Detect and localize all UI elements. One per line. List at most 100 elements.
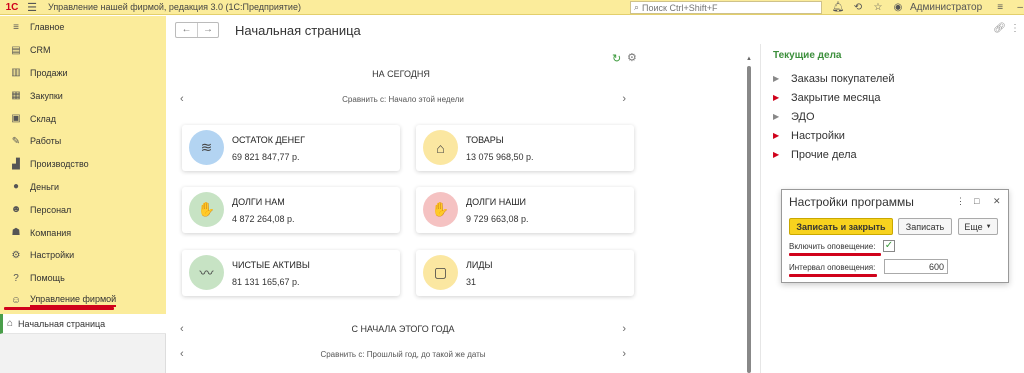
open-tabs-panel [0,334,166,373]
minimize-icon[interactable]: – [1010,2,1024,13]
search-icon: ⌕ [634,2,640,12]
chevron-left-icon[interactable]: ‹ [180,348,184,360]
card-money-balance[interactable]: ≋ ОСТАТОК ДЕНЕГ 69 821 847,77 р. [182,125,400,171]
save-and-close-button[interactable]: Записать и закрыть [789,218,893,235]
history-icon[interactable]: ⟲ [848,2,868,13]
sidebar-item-crm[interactable]: ▤ CRM [0,39,166,62]
task-item[interactable]: ▶ Настройки [773,126,1013,145]
today-compare-link[interactable]: Сравнить с: Начало этой недели [342,95,464,104]
firm-icon: ☺ [10,295,22,307]
card-value: 81 131 165,67 р. [232,277,300,287]
scroll-up-icon[interactable]: ▲ [746,56,752,62]
sidebar-item-company[interactable]: ☗ Компания [0,221,166,244]
more-vertical-icon[interactable]: ⋮ [1010,23,1020,34]
interval-label: Интервал оповещения: [789,263,876,272]
expand-triangle-icon[interactable]: ▶ [773,74,791,83]
forward-arrow-icon[interactable]: → [197,23,218,37]
refresh-icon[interactable]: ↻ [612,52,621,65]
task-item[interactable]: ▶ Прочие дела [773,145,1013,164]
card-goods[interactable]: ⌂ ТОВАРЫ 13 075 968,50 р. [416,125,634,171]
sidebar-item-purchases[interactable]: ▦ Закупки [0,84,166,107]
card-value: 69 821 847,77 р. [232,152,300,162]
sidebar-highlight-underline [4,307,114,310]
page-title: Начальная страница [235,22,361,38]
star-icon[interactable]: ☆ [868,2,888,13]
scrollbar-thumb[interactable] [747,66,751,373]
task-item[interactable]: ▶ Закрытие месяца [773,88,1013,107]
titlebar-tools: 🔔︎ ⟲ ☆ ◉ Администратор ≡ – □ ✕ [828,0,1024,15]
year-compare-row: ‹ Сравнить с: Прошлый год, до такой же д… [180,348,626,360]
dashboard-scrollbar[interactable]: ▲ [746,44,752,373]
chevron-left-icon[interactable]: ‹ [180,93,184,105]
today-compare-row: ‹ Сравнить с: Начало этой недели › [180,93,626,105]
sidebar-item-sales[interactable]: ▥ Продажи [0,62,166,85]
chevron-right-icon[interactable]: › [622,93,626,105]
card-value: 9 729 663,08 р. [466,214,529,224]
lead-card-icon: ▢ [423,255,458,290]
search-input[interactable] [642,2,813,13]
expand-triangle-icon[interactable]: ▶ [773,93,791,102]
user-name[interactable]: Администратор [910,2,982,13]
user-icon[interactable]: ◉ [888,2,908,13]
sidebar-item-warehouse[interactable]: ▣ Склад [0,107,166,130]
money-icon: ● [12,181,20,193]
purchases-icon: ▦ [11,90,21,102]
sections-sidebar: ≡ Главное ▤ CRM ▥ Продажи ▦ Закупки ▣ Склад ✎… [0,16,166,314]
card-net-assets[interactable]: 〰 ЧИСТЫЕ АКТИВЫ 81 131 165,67 р. [182,250,400,296]
card-title: ТОВАРЫ [466,135,504,145]
bell-icon[interactable]: 🔔︎ [828,2,848,13]
link-icon[interactable]: 🔗︎ [993,23,1006,34]
current-tasks-title: Текущие дела [773,50,842,61]
chevron-right-icon[interactable]: › [622,348,626,360]
hamburger-menu-icon[interactable]: ☰ [24,1,40,14]
sidebar-item-production[interactable]: ▟ Производство [0,153,166,176]
save-button[interactable]: Записать [898,218,952,235]
chevron-left-icon[interactable]: ‹ [180,323,184,335]
money-stack-icon: ≋ [189,130,224,165]
year-compare-link[interactable]: Сравнить с: Прошлый год, до такой же дат… [320,350,485,359]
help-icon: ? [13,272,19,284]
sidebar-item-works[interactable]: ✎ Работы [0,130,166,153]
app-logo: 1С [5,1,19,13]
gear-icon[interactable]: ⚙ [627,51,637,64]
menu-icon: ≡ [13,21,19,33]
card-receivables[interactable]: ✋ ДОЛГИ НАМ 4 872 264,08 р. [182,187,400,233]
highlight-underline [789,253,881,256]
task-item[interactable]: ▶ Заказы покупателей [773,69,1013,88]
close-icon[interactable]: ✕ [993,196,1001,207]
dashboard-panel: ↻ ⚙ НА СЕГОДНЯ ‹ Сравнить с: Начало этой… [166,44,752,373]
more-vertical-icon[interactable]: ⋮ [956,196,965,207]
expand-triangle-icon[interactable]: ▶ [773,150,791,159]
card-leads[interactable]: ▢ ЛИДЫ 31 [416,250,634,296]
tag-icon: ⌂ [423,130,458,165]
hand-coin-icon: ✋ [189,192,224,227]
maximize-icon[interactable]: □ [974,196,979,206]
more-button[interactable]: Еще ▼ [958,218,998,235]
card-payables[interactable]: ✋ ДОЛГИ НАШИ 9 729 663,08 р. [416,187,634,233]
history-nav: ← → [175,22,219,38]
sidebar-item-settings[interactable]: ⚙ Настройки [0,244,166,267]
expand-triangle-icon[interactable]: ▶ [773,112,791,121]
back-arrow-icon[interactable]: ← [176,23,197,37]
settings-window: Настройки программы ⋮ □ ✕ Записать и зак… [781,189,1009,283]
home-icon: ⌂ [7,318,14,329]
year-section-title: С НАЧАЛА ЭТОГО ГОДА [351,324,455,334]
task-item[interactable]: ▶ ЭДО [773,107,1013,126]
global-search[interactable]: ⌕ [630,1,822,14]
warehouse-icon: ▣ [11,113,21,125]
sidebar-item-help[interactable]: ? Помощь [0,267,166,290]
chevron-right-icon[interactable]: › [622,323,626,335]
sidebar-item-staff[interactable]: ☻ Персонал [0,198,166,221]
window-menu-icon[interactable]: ≡ [990,2,1010,13]
today-section-title: НА СЕГОДНЯ [372,69,430,79]
settings-icon: ⚙ [11,249,21,261]
sidebar-item-money[interactable]: ● Деньги [0,176,166,199]
expand-triangle-icon[interactable]: ▶ [773,131,791,140]
notify-label: Включить оповещение: [789,242,876,251]
dropdown-arrow-icon: ▼ [985,223,992,230]
works-icon: ✎ [11,135,21,147]
sidebar-item-main[interactable]: ≡ Главное [0,16,166,39]
open-tab-home[interactable]: ⌂ Начальная страница [0,314,166,334]
interval-input[interactable] [884,259,948,274]
notify-checkbox[interactable]: ✓ [883,240,895,252]
